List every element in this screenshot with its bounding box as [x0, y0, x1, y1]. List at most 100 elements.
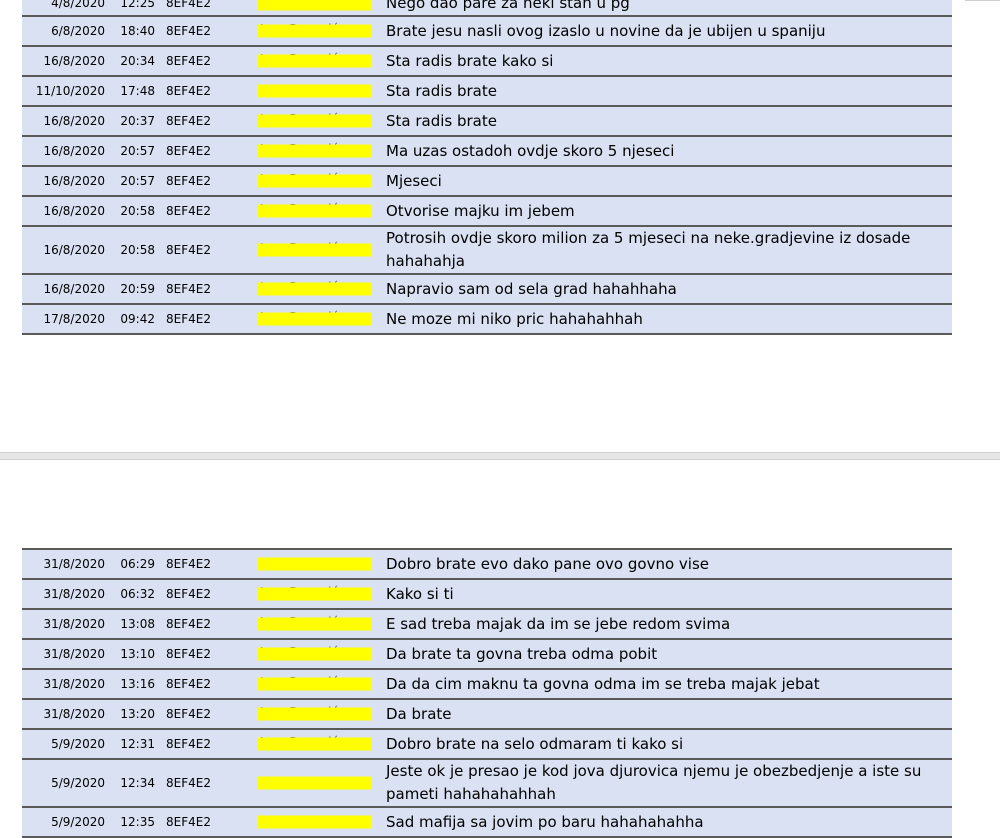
id-cell: 8EF4E2 [158, 639, 238, 670]
message-cell: Sta radis brate [378, 106, 952, 137]
date-cell: 16/8/2020 [22, 274, 108, 305]
id-cell: 8EF4E2 [158, 226, 238, 275]
redaction-bar [257, 312, 371, 326]
date-cell: 31/8/2020 [22, 699, 108, 730]
table-row: 16/8/202020:588EF4E2Ivan ĐonovićPotrosih… [22, 226, 952, 275]
message-cell: Otvorise majku im jebem [378, 196, 952, 227]
sender-cell: Ivan Đonović [238, 609, 378, 640]
date-cell: 17/8/2020 [22, 304, 108, 335]
redaction-bar [257, 174, 371, 188]
date-cell: 31/8/2020 [22, 639, 108, 670]
redaction-bar [257, 144, 371, 158]
message-cell: Potrosih ovdje skoro milion za 5 mjeseci… [378, 226, 952, 275]
message-cell: Nego dao pare za neki stan u pg [378, 0, 952, 17]
id-cell: 8EF4E2 [158, 669, 238, 700]
time-cell: 20:57 [108, 166, 158, 197]
redaction-bar [257, 587, 371, 601]
sender-cell: Ivan Đonović [238, 669, 378, 700]
redaction-bar [257, 557, 371, 571]
date-cell: 31/8/2020 [22, 548, 108, 580]
chat-log-table-top: 4/8/2020 12:25 8EF4E2 Nego dao pare za neki… [22, 0, 952, 335]
date-cell: 16/8/2020 [22, 46, 108, 77]
sender-cell: Ivan Đonović [238, 166, 378, 197]
id-cell: 8EF4E2 [158, 0, 238, 17]
id-cell: 8EF4E2 [158, 274, 238, 305]
table-row: 16/8/202020:578EF4E2Ivan ĐonovićMjeseci [22, 166, 952, 197]
time-cell: 20:59 [108, 274, 158, 305]
time-cell: 13:10 [108, 639, 158, 670]
message-cell: Mjeseci [378, 166, 952, 197]
table-row: 31/8/2020 06:29 8EF4E2 Dobro brate evo dako… [22, 548, 952, 580]
id-cell: 8EF4E2 [158, 136, 238, 167]
message-cell: Da da cim maknu ta govna odma im se treb… [378, 669, 952, 700]
redaction-bar [257, 776, 371, 790]
redaction-bar [257, 114, 371, 128]
table-row: 11/10/2020 17:48 8EF4E2 Sta radis brate [22, 76, 952, 107]
redaction-bar [257, 243, 371, 257]
sender-cell: Ivan Đonović [238, 304, 378, 335]
time-cell: 13:20 [108, 699, 158, 730]
time-cell: 13:08 [108, 609, 158, 640]
time-cell: 20:57 [108, 136, 158, 167]
date-cell: 16/8/2020 [22, 106, 108, 137]
table-row: 4/8/2020 12:25 8EF4E2 Nego dao pare za neki… [22, 0, 952, 17]
date-cell: 16/8/2020 [22, 196, 108, 227]
table-row: 5/9/202012:318EF4E2Ivan ĐonovićDobro bra… [22, 729, 952, 760]
message-cell: Da brate ta govna treba odma pobit [378, 639, 952, 670]
time-cell: 12:31 [108, 729, 158, 760]
id-cell: 8EF4E2 [158, 807, 238, 838]
sender-cell: Ivan Đonović [238, 16, 378, 47]
time-cell: 17:48 [108, 76, 158, 107]
time-cell: 20:34 [108, 46, 158, 77]
sender-cell [238, 548, 378, 580]
message-cell: Sta radis brate kako si [378, 46, 952, 77]
time-cell: 18:40 [108, 16, 158, 47]
id-cell: 8EF4E2 [158, 759, 238, 808]
date-cell: 5/9/2020 [22, 807, 108, 838]
redaction-bar [257, 24, 371, 38]
time-cell: 09:42 [108, 304, 158, 335]
redaction-bar [257, 0, 371, 10]
id-cell: 8EF4E2 [158, 196, 238, 227]
id-cell: 8EF4E2 [158, 729, 238, 760]
sender-cell: Ivan Đonović [238, 46, 378, 77]
table-row: 31/8/202006:328EF4E2Ivan ĐonovićKako si … [22, 579, 952, 610]
redaction-bar [257, 737, 371, 751]
sender-cell [238, 807, 378, 838]
table-row: 16/8/202020:578EF4E2Ivan ĐonovićMa uzas … [22, 136, 952, 167]
id-cell: 8EF4E2 [158, 106, 238, 137]
id-cell: 8EF4E2 [158, 16, 238, 47]
time-cell: 06:29 [108, 548, 158, 580]
sender-cell: Ivan Đonović [238, 699, 378, 730]
date-cell: 16/8/2020 [22, 136, 108, 167]
date-cell: 5/9/2020 [22, 729, 108, 760]
redaction-bar [257, 677, 371, 691]
message-cell: Kako si ti [378, 579, 952, 610]
sender-cell: Ivan Đonović [238, 579, 378, 610]
sender-cell [238, 759, 378, 808]
id-cell: 8EF4E2 [158, 76, 238, 107]
time-cell: 20:58 [108, 196, 158, 227]
date-cell: 5/9/2020 [22, 759, 108, 808]
date-cell: 31/8/2020 [22, 609, 108, 640]
message-cell: Napravio sam od sela grad hahahhaha [378, 274, 952, 305]
id-cell: 8EF4E2 [158, 166, 238, 197]
table-row: 5/9/2020 12:35 8EF4E2 Sad mafija sa jovim p… [22, 807, 952, 838]
redaction-bar [257, 815, 371, 829]
id-cell: 8EF4E2 [158, 548, 238, 580]
table-row: 31/8/202013:108EF4E2Ivan ĐonovićDa brate… [22, 639, 952, 670]
table-row: 17/8/202009:428EF4E2Ivan ĐonovićNe moze … [22, 304, 952, 335]
redaction-bar [257, 617, 371, 631]
date-cell: 11/10/2020 [22, 76, 108, 107]
table-row: 16/8/202020:588EF4E2Ivan ĐonovićOtvorise… [22, 196, 952, 227]
date-cell: 31/8/2020 [22, 579, 108, 610]
chat-log-table-bottom: 31/8/2020 06:29 8EF4E2 Dobro brate evo dako… [22, 548, 952, 838]
message-cell: Dobro brate na selo odmaram ti kako si [378, 729, 952, 760]
sender-cell: Ivan Đonović [238, 274, 378, 305]
message-cell: Jeste ok je presao je kod jova djurovica… [378, 759, 952, 808]
redaction-bar [257, 647, 371, 661]
id-cell: 8EF4E2 [158, 579, 238, 610]
table-row: 31/8/202013:088EF4E2Ivan ĐonovićE sad tr… [22, 609, 952, 640]
sender-cell: Ivan Đonović [238, 226, 378, 275]
date-cell: 4/8/2020 [22, 0, 108, 17]
